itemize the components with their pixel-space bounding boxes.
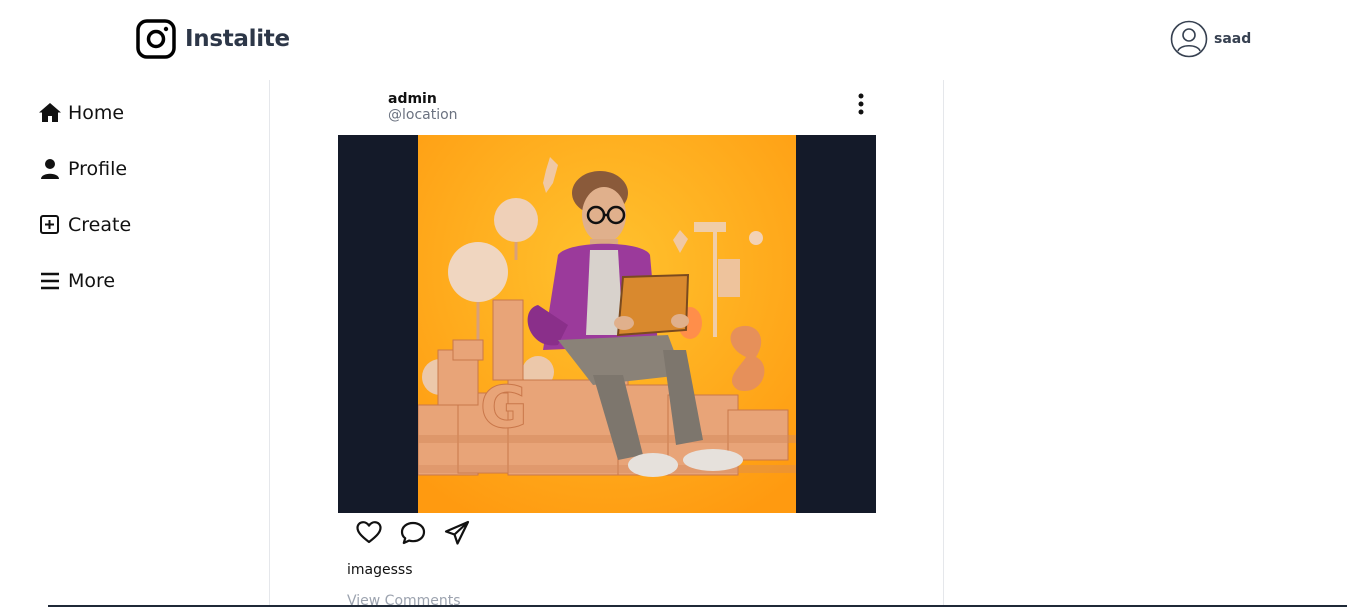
home-icon (39, 103, 61, 122)
sidebar-item-profile[interactable]: Profile (38, 157, 127, 181)
sidebar-item-label: Home (68, 102, 125, 124)
sidebar-item-home[interactable]: Home (38, 101, 124, 125)
user-menu[interactable]: saad (1170, 20, 1251, 58)
top-bar: Instalite saad (0, 0, 1347, 80)
user-circle-icon (1170, 20, 1208, 58)
svg-text:G: G (480, 373, 528, 441)
send-icon[interactable] (444, 520, 470, 546)
sidebar-item-label: Profile (68, 158, 128, 180)
comment-icon[interactable] (400, 520, 426, 546)
menu-icon (41, 272, 59, 290)
sidebar-item-label: More (68, 270, 116, 292)
post-media: G (338, 135, 876, 513)
post-location[interactable]: @location (388, 107, 458, 123)
app-logo[interactable]: Instalite (136, 19, 290, 59)
post-header: admin @location (338, 80, 876, 135)
username: saad (1214, 31, 1252, 47)
app-name: Instalite (185, 26, 290, 52)
feed-divider (943, 80, 944, 607)
plus-square-icon (40, 215, 59, 234)
post-image[interactable]: G (418, 135, 796, 513)
sidebar-item-create[interactable]: Create (38, 213, 131, 237)
post-actions (356, 520, 470, 546)
more-vertical-icon[interactable] (854, 92, 868, 116)
post-caption: imagesss (347, 562, 413, 578)
sidebar-item-label: Create (68, 214, 132, 236)
post-username[interactable]: admin (388, 91, 437, 107)
user-icon (41, 159, 59, 179)
post-card: admin @location G imagesss View Comments (338, 80, 876, 607)
heart-icon[interactable] (356, 520, 382, 546)
sidebar: Home Profile Create More (0, 80, 270, 607)
instagram-logo-icon (136, 19, 176, 59)
sidebar-item-more[interactable]: More (38, 269, 115, 293)
